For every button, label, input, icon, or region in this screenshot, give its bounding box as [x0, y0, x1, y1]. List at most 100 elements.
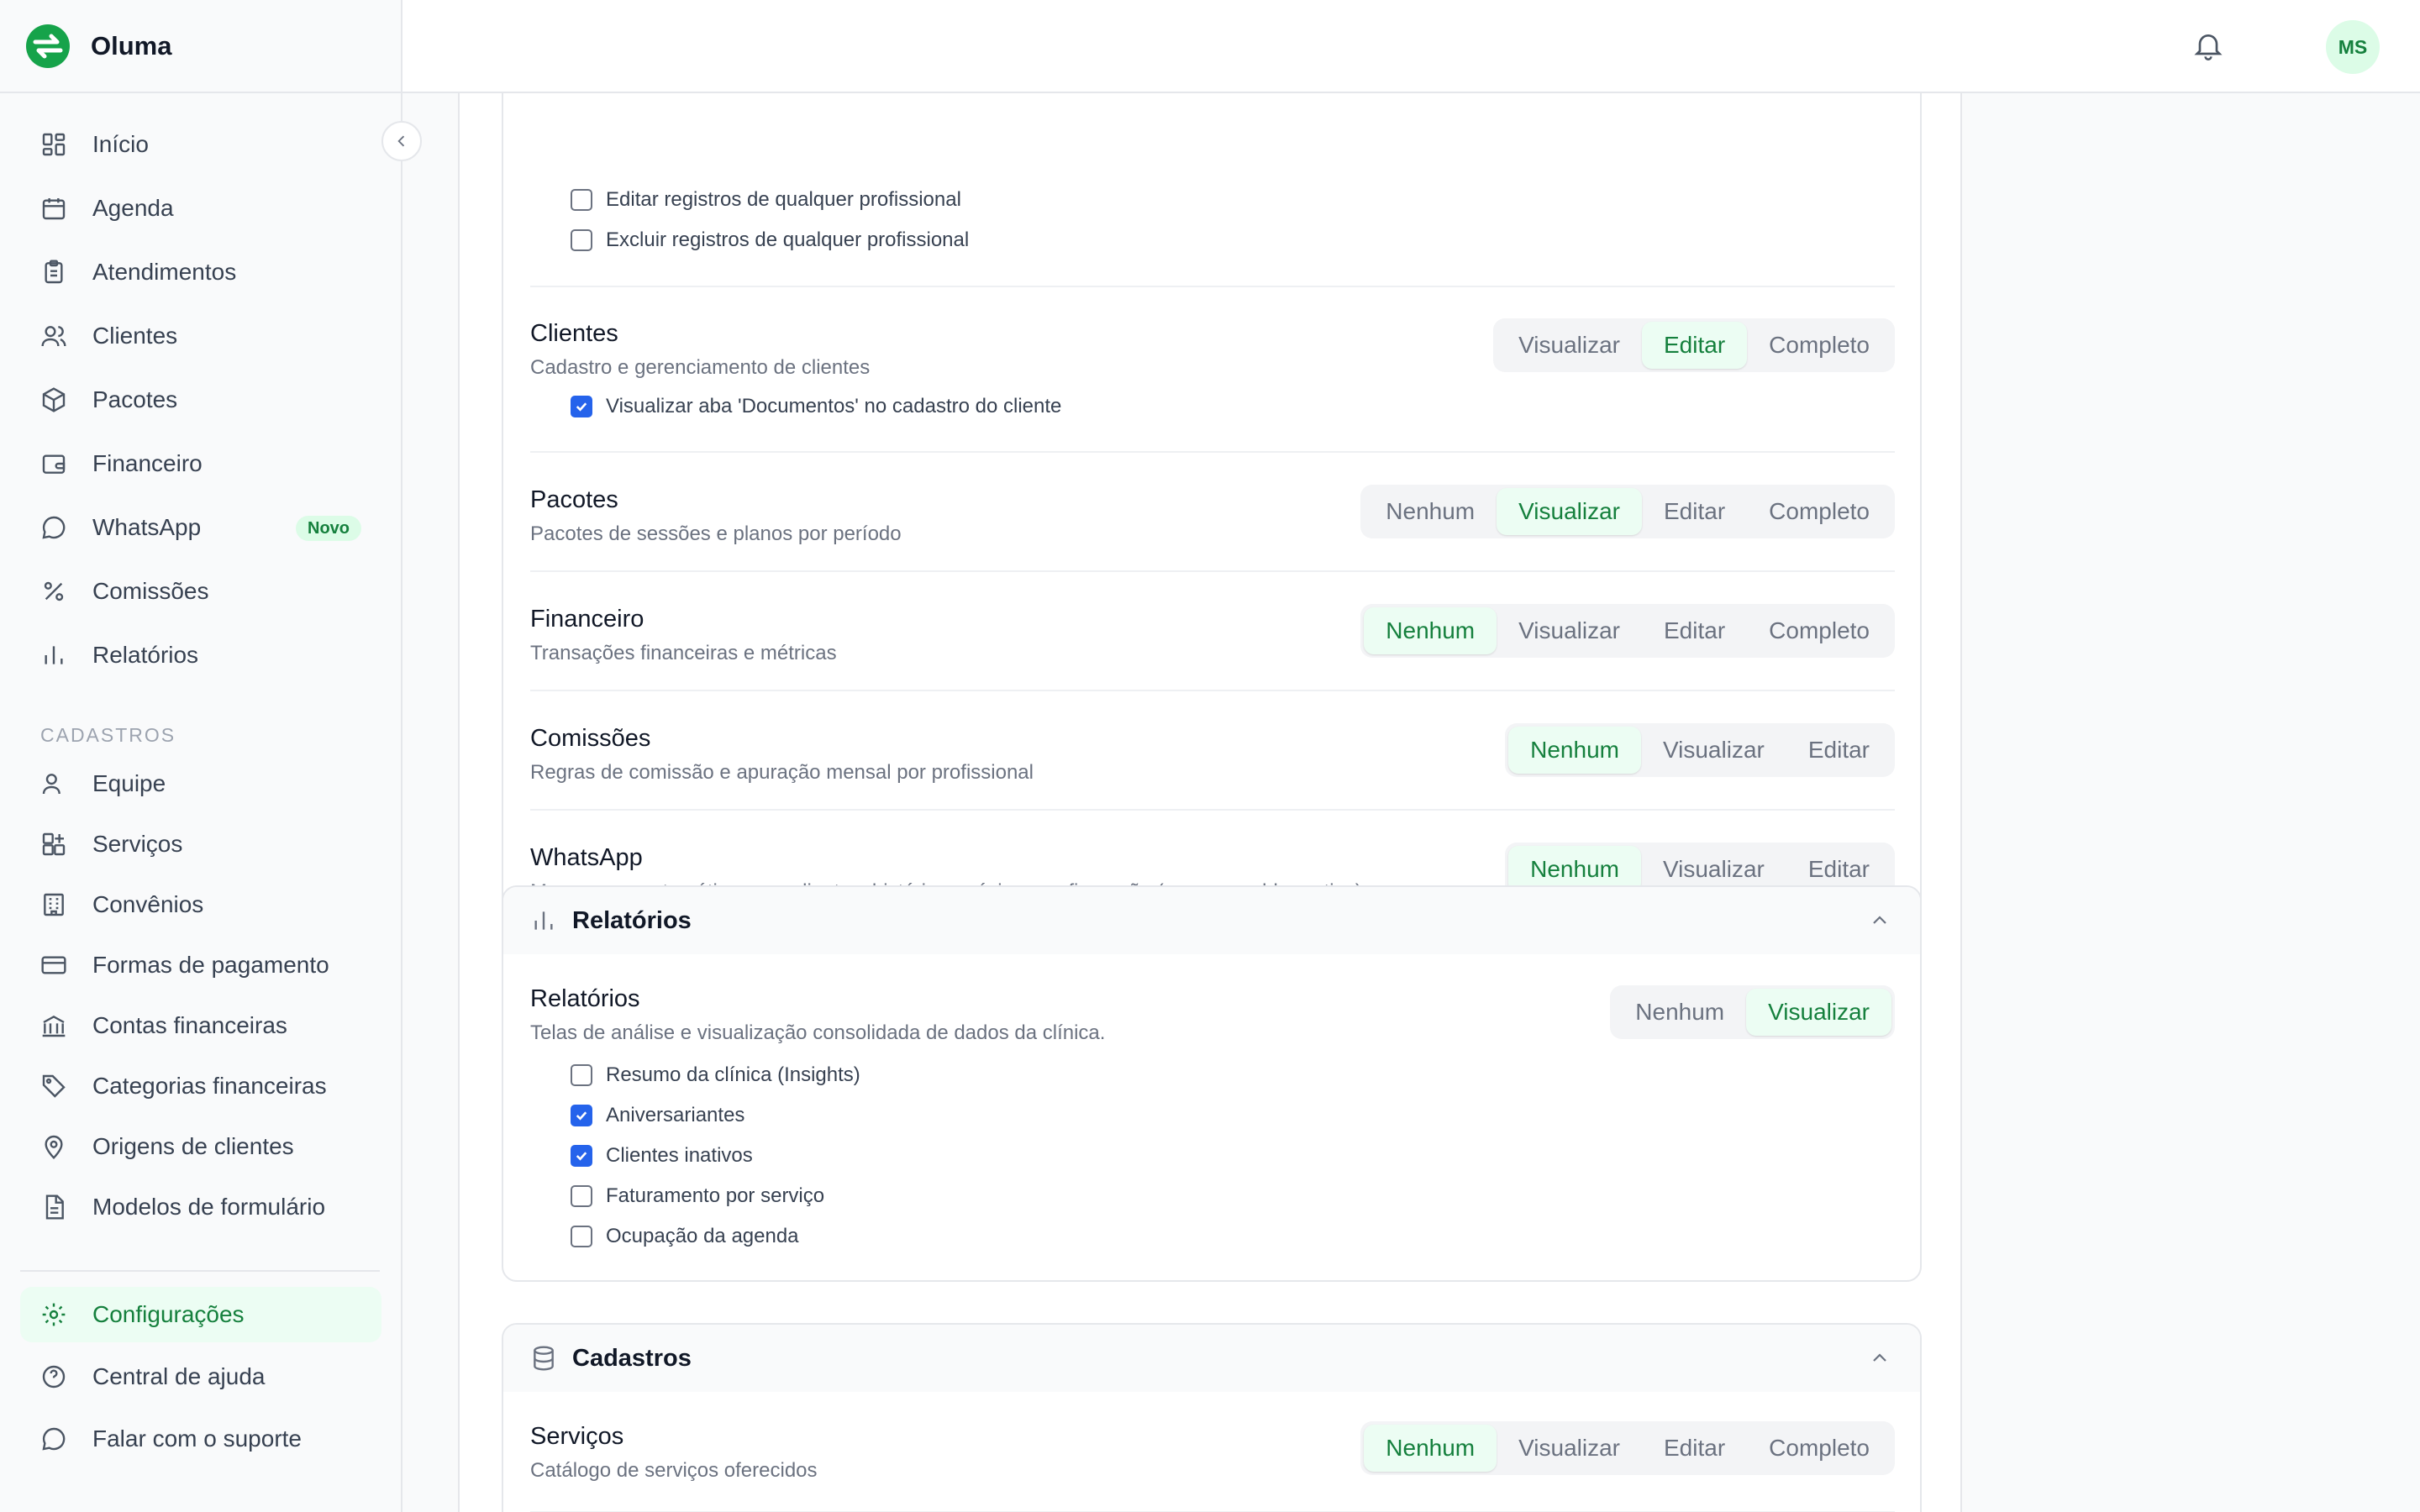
cadastros-card: Cadastros Serviços Catálogo de serviços …	[502, 1323, 1922, 1512]
option-visualizar[interactable]: Visualizar	[1746, 989, 1891, 1036]
check-icon	[576, 402, 587, 412]
row-separator	[530, 286, 1895, 287]
checkbox-clientes-inativos[interactable]: Clientes inativos	[571, 1144, 753, 1168]
option-nenhum[interactable]: Nenhum	[1364, 488, 1497, 535]
chevron-up-icon[interactable]	[1870, 1348, 1890, 1368]
bar-chart-icon	[534, 911, 553, 930]
sidebar-item-convenios[interactable]: Convênios	[20, 879, 381, 930]
access-level-selector: Nenhum Visualizar Editar Completo	[1360, 485, 1895, 538]
permission-row-comissoes: Comissões Regras de comissão e apuração …	[530, 723, 1895, 785]
sidebar-item-label: Modelos de formulário	[92, 1194, 326, 1220]
option-visualizar[interactable]: Visualizar	[1497, 1425, 1642, 1472]
bell-icon[interactable]	[2191, 29, 2225, 62]
sidebar-item-configuracoes[interactable]: Configurações	[20, 1287, 381, 1342]
option-nenhum[interactable]: Nenhum	[1508, 727, 1641, 774]
checkbox-box[interactable]	[571, 1185, 592, 1207]
checkbox-box[interactable]	[571, 229, 592, 251]
sidebar-item-financeiro[interactable]: Financeiro	[20, 437, 381, 491]
permission-row-financeiro: Financeiro Transações financeiras e métr…	[530, 604, 1895, 665]
checkbox-excluir-registros[interactable]: Excluir registros de qualquer profission…	[571, 228, 969, 252]
checkbox-box[interactable]	[571, 1226, 592, 1247]
section-label-cadastros: CADASTROS	[40, 724, 176, 746]
sidebar-item-relatorios[interactable]: Relatórios	[20, 628, 381, 682]
file-text-icon	[45, 1194, 64, 1220]
sidebar-item-servicos[interactable]: Serviços	[20, 819, 381, 869]
sidebar-item-equipe[interactable]: Equipe	[20, 759, 381, 809]
option-completo[interactable]: Completo	[1747, 1425, 1891, 1472]
sidebar: Oluma Início Agenda Atendimentos Cliente…	[0, 0, 402, 1512]
sidebar-item-label: Atendimentos	[92, 259, 237, 285]
checkbox-label: Aniversariantes	[606, 1104, 745, 1126]
checkbox-box[interactable]	[571, 396, 592, 417]
option-nenhum[interactable]: Nenhum	[1613, 989, 1746, 1036]
reports-card: Relatórios Relatórios Telas de análise e…	[502, 885, 1922, 1282]
checkbox-editar-registros[interactable]: Editar registros de qualquer profissiona…	[571, 188, 961, 212]
option-visualizar[interactable]: Visualizar	[1497, 607, 1642, 654]
option-editar[interactable]: Editar	[1642, 322, 1748, 369]
checkbox-aba-documentos[interactable]: Visualizar aba 'Documentos' no cadastro …	[571, 395, 1061, 418]
brand[interactable]: Oluma	[0, 0, 401, 93]
option-completo[interactable]: Completo	[1747, 488, 1891, 535]
option-nenhum[interactable]: Nenhum	[1364, 1425, 1497, 1472]
sidebar-item-label: Configurações	[92, 1301, 245, 1327]
sidebar-item-label: Formas de pagamento	[92, 952, 329, 978]
sidebar-item-whatsapp[interactable]: WhatsApp Novo	[20, 501, 381, 554]
reports-card-header[interactable]: Relatórios	[503, 887, 1920, 954]
option-completo[interactable]: Completo	[1747, 322, 1891, 369]
main-nav: Início Agenda Atendimentos Clientes Paco…	[20, 118, 381, 692]
sidebar-item-label: Relatórios	[92, 642, 199, 668]
calendar-icon	[42, 198, 66, 220]
oluma-logo-icon	[26, 24, 70, 68]
access-level-selector: Nenhum Visualizar	[1610, 985, 1895, 1039]
access-level-selector: Visualizar Editar Completo	[1493, 318, 1895, 372]
checkbox-box[interactable]	[571, 189, 592, 211]
cadastros-card-header[interactable]: Cadastros	[503, 1325, 1920, 1392]
sidebar-item-label: Origens de clientes	[92, 1133, 294, 1159]
checkbox-label: Visualizar aba 'Documentos' no cadastro …	[606, 395, 1062, 417]
building-icon	[44, 893, 64, 916]
checkbox-box[interactable]	[571, 1064, 592, 1086]
checkbox-box[interactable]	[571, 1105, 592, 1126]
option-editar[interactable]: Editar	[1642, 488, 1747, 535]
sidebar-item-agenda[interactable]: Agenda	[20, 181, 381, 235]
collapse-sidebar-button[interactable]	[381, 121, 422, 161]
chevron-up-icon[interactable]	[1870, 911, 1890, 931]
sidebar-item-central-ajuda[interactable]: Central de ajuda	[20, 1349, 381, 1404]
sidebar-item-contas-financeiras[interactable]: Contas financeiras	[20, 1000, 381, 1051]
sidebar-item-clientes[interactable]: Clientes	[20, 309, 381, 363]
option-visualizar[interactable]: Visualizar	[1641, 727, 1786, 774]
help-circle-icon	[42, 1365, 66, 1389]
option-completo[interactable]: Completo	[1747, 607, 1891, 654]
bank-icon	[42, 1015, 66, 1037]
checkbox-ocupacao-agenda[interactable]: Ocupação da agenda	[571, 1225, 799, 1248]
sidebar-item-pacotes[interactable]: Pacotes	[20, 373, 381, 427]
sidebar-item-inicio[interactable]: Início	[20, 118, 381, 171]
permissions-card: Editar registros de qualquer profissiona…	[502, 93, 1922, 938]
sidebar-item-label: Início	[92, 131, 149, 157]
checkbox-aniversariantes[interactable]: Aniversariantes	[571, 1104, 744, 1127]
user-icon	[42, 774, 60, 795]
sidebar-item-label: Contas financeiras	[92, 1012, 287, 1038]
option-visualizar[interactable]: Visualizar	[1497, 488, 1642, 535]
checkbox-resumo-clinica[interactable]: Resumo da clínica (Insights)	[571, 1063, 860, 1087]
option-visualizar[interactable]: Visualizar	[1497, 322, 1642, 369]
sidebar-item-label: Financeiro	[92, 450, 203, 476]
option-nenhum[interactable]: Nenhum	[1364, 607, 1497, 654]
avatar[interactable]: MS	[2326, 20, 2380, 74]
sidebar-item-formas-pagamento[interactable]: Formas de pagamento	[20, 940, 381, 990]
sidebar-item-modelos-formulario[interactable]: Modelos de formulário	[20, 1182, 381, 1232]
access-level-selector: Nenhum Visualizar Editar Completo	[1360, 604, 1895, 658]
checkbox-box[interactable]	[571, 1145, 592, 1167]
option-editar[interactable]: Editar	[1786, 727, 1891, 774]
option-editar[interactable]: Editar	[1642, 1425, 1747, 1472]
sidebar-item-comissoes[interactable]: Comissões	[20, 564, 381, 618]
grid-plus-icon	[42, 832, 66, 856]
sidebar-item-atendimentos[interactable]: Atendimentos	[20, 245, 381, 299]
option-editar[interactable]: Editar	[1642, 607, 1747, 654]
sidebar-item-origens-clientes[interactable]: Origens de clientes	[20, 1121, 381, 1172]
sidebar-item-falar-suporte[interactable]: Falar com o suporte	[20, 1411, 381, 1467]
sidebar-item-categorias-financeiras[interactable]: Categorias financeiras	[20, 1061, 381, 1111]
row-separator	[530, 570, 1895, 572]
checkbox-faturamento-servico[interactable]: Faturamento por serviço	[571, 1184, 824, 1208]
sidebar-item-label: WhatsApp	[92, 514, 202, 540]
